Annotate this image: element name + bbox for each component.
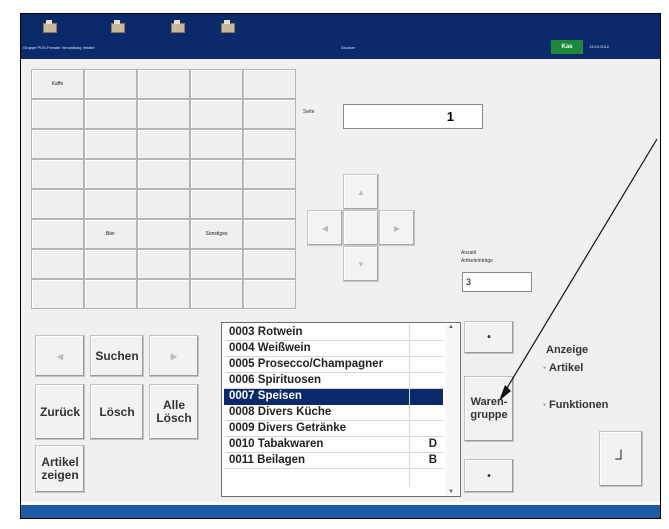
annotation-arrow bbox=[499, 138, 658, 401]
pos-window: Gruppe POS Fenster Verwaltung Inhalte Dr… bbox=[20, 13, 661, 519]
status-bar bbox=[21, 505, 660, 518]
info-left: Gruppe POS Fenster Verwaltung Inhalte bbox=[23, 45, 95, 50]
toolbar-icons bbox=[21, 18, 660, 38]
arrow-line bbox=[503, 138, 658, 394]
main-area: Kaffe Bier Sonstiges Seite 1 ▲ ◀ ▶ ▼ Anz… bbox=[21, 59, 660, 502]
scanner-icon[interactable] bbox=[219, 20, 235, 34]
date-text: 13.03.2012 bbox=[589, 44, 610, 49]
arrow-head-icon bbox=[499, 385, 511, 401]
terminal-icon[interactable] bbox=[41, 20, 57, 34]
tools-icon[interactable] bbox=[169, 20, 185, 34]
status-badge: Kas bbox=[551, 40, 583, 54]
title-bar: Gruppe POS Fenster Verwaltung Inhalte Dr… bbox=[21, 14, 660, 59]
info-printer: Drucker bbox=[341, 45, 356, 50]
printer-icon[interactable] bbox=[109, 20, 125, 34]
